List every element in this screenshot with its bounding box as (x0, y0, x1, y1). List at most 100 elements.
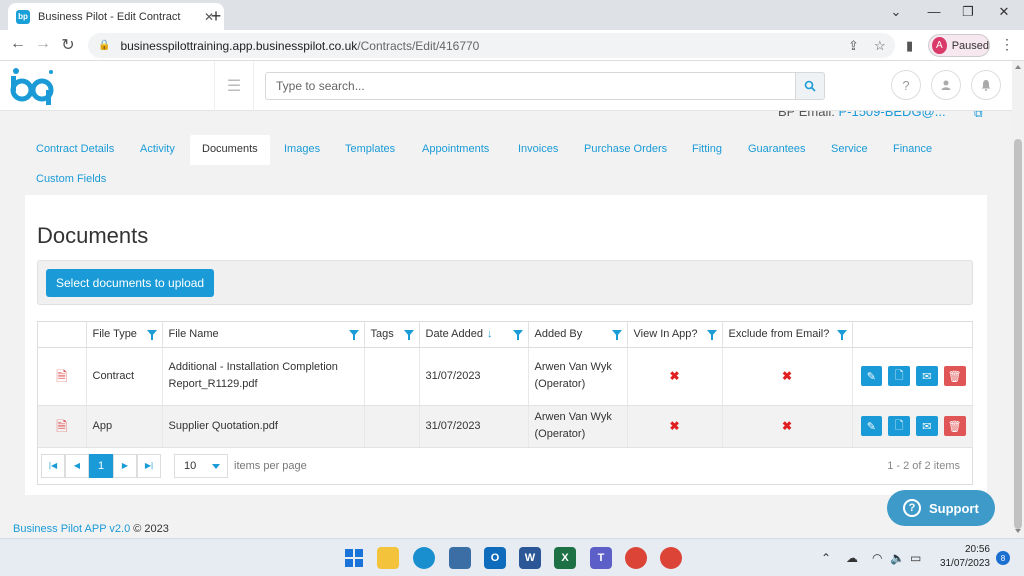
delete-button[interactable]: 🗑 (943, 416, 966, 436)
scrollbar-thumb[interactable] (1014, 139, 1022, 529)
outlook-icon[interactable]: O (484, 547, 506, 569)
filter-icon[interactable] (348, 330, 359, 340)
hamburger-menu-icon[interactable]: ☰ (214, 61, 254, 111)
tab-guarantees[interactable]: Guarantees (736, 135, 817, 163)
column-header-file-name[interactable]: File Name (162, 322, 365, 348)
battery-icon[interactable]: ▭ (910, 551, 921, 565)
scrollbar[interactable] (1012, 61, 1024, 538)
delete-button[interactable]: 🗑 (943, 366, 966, 386)
chevron-down-icon[interactable]: ⌄ (886, 4, 906, 20)
edit-button[interactable]: ✎ (860, 366, 883, 386)
restore-icon[interactable]: ❐ (958, 4, 978, 20)
bell-icon[interactable] (971, 70, 1001, 100)
page-number-button[interactable]: 1 (89, 453, 113, 478)
filter-icon[interactable] (512, 330, 523, 340)
tab-activity[interactable]: Activity (128, 135, 187, 163)
bookmark-star-icon[interactable]: ☆ (874, 38, 886, 54)
tab-appointments[interactable]: Appointments (410, 135, 501, 163)
view-document-button[interactable]: 🗋 (888, 416, 910, 436)
wifi-icon[interactable]: ◠ (872, 551, 882, 565)
back-icon[interactable]: ← (8, 35, 28, 53)
column-header-date-added[interactable]: Date Added ↓ (419, 322, 529, 348)
cloud-icon[interactable]: ☁ (846, 551, 858, 565)
close-window-icon[interactable]: ✕ (994, 4, 1014, 20)
scroll-up-icon[interactable] (1015, 65, 1021, 69)
column-header-view-in-app[interactable]: View In App? (627, 322, 723, 348)
minimize-icon[interactable]: — (924, 4, 944, 19)
column-header-file-type[interactable]: File Type (86, 322, 163, 348)
forward-icon[interactable]: → (33, 35, 53, 53)
edge-icon[interactable] (413, 547, 435, 569)
copy-icon[interactable]: ⧉ (974, 111, 983, 121)
new-tab-button[interactable]: + (206, 6, 226, 27)
upload-documents-button[interactable]: Select documents to upload (46, 269, 215, 297)
pdf-file-icon[interactable]: 🗎 (44, 368, 80, 385)
filter-icon[interactable] (146, 330, 157, 340)
next-page-icon[interactable]: ▶ (113, 453, 137, 478)
browser-toolbar: ← → ↻ 🔒 businesspilottraining.app.busine… (0, 30, 1024, 61)
lock-icon: 🔒 (98, 40, 111, 51)
last-page-icon[interactable]: ▶| (137, 453, 161, 478)
tab-custom-fields[interactable]: Custom Fields (24, 165, 118, 193)
tab-contract-details[interactable]: Contract Details (24, 135, 126, 163)
file-explorer-icon[interactable] (377, 547, 399, 569)
profile-button[interactable]: A Paused (928, 34, 990, 57)
tab-purchase-orders[interactable]: Purchase Orders (572, 135, 679, 163)
page-size-select[interactable]: 10 (174, 453, 228, 478)
search-input[interactable] (265, 72, 795, 100)
teams-icon[interactable]: T (590, 547, 612, 569)
browser-tab[interactable]: bp Business Pilot - Edit Contract ✕ (8, 3, 224, 30)
filter-icon[interactable] (611, 330, 622, 340)
share-icon[interactable]: ⇪ (848, 38, 859, 54)
more-menu-icon[interactable]: ⋮ (1000, 36, 1014, 53)
store-icon[interactable] (449, 547, 471, 569)
volume-icon[interactable]: 🔈 (890, 551, 905, 565)
table-row[interactable]: 🗎 App Supplier Quotation.pdf 31/07/2023 … (38, 405, 973, 448)
first-page-icon[interactable]: |◀ (41, 453, 65, 478)
windows-start-icon[interactable] (343, 547, 365, 569)
filter-icon[interactable] (706, 330, 717, 340)
column-header-exclude-email[interactable]: Exclude from Email? (722, 322, 853, 348)
table-row[interactable]: 🗎 Contract Additional - Installation Com… (38, 347, 973, 406)
bp-email-value[interactable]: P-1509-BEDG@... (838, 111, 945, 119)
bp-email: BP Email: P-1509-BEDG@... (778, 111, 946, 119)
tab-invoices[interactable]: Invoices (506, 135, 570, 163)
column-header-added-by[interactable]: Added By (528, 322, 628, 348)
word-icon[interactable]: W (519, 547, 541, 569)
email-button[interactable]: ✉ (916, 366, 938, 386)
tab-fitting[interactable]: Fitting (680, 135, 734, 163)
notification-badge[interactable]: 8 (996, 551, 1010, 565)
previous-page-icon[interactable]: ◀ (65, 453, 89, 478)
pdf-file-icon[interactable]: 🗎 (44, 418, 80, 435)
edit-button[interactable]: ✎ (860, 416, 883, 436)
tab-service[interactable]: Service (819, 135, 880, 163)
tab-images[interactable]: Images (272, 135, 332, 163)
system-clock[interactable]: 20:56 31/07/2023 (938, 543, 990, 571)
reload-icon[interactable]: ↻ (58, 35, 78, 55)
tab-documents[interactable]: Documents (190, 135, 270, 165)
trash-icon: 🗑 (947, 419, 962, 433)
search-button[interactable] (795, 72, 825, 100)
excel-icon[interactable]: X (554, 547, 576, 569)
app-version-link[interactable]: Business Pilot APP v2.0 (13, 523, 130, 535)
filter-icon[interactable] (403, 330, 414, 340)
cross-icon: ✖ (669, 368, 680, 383)
scroll-down-icon[interactable] (1015, 529, 1021, 533)
url-path: /Contracts/Edit/416770 (357, 38, 480, 53)
user-icon[interactable] (931, 70, 961, 100)
tab-templates[interactable]: Templates (333, 135, 407, 163)
support-button[interactable]: ? Support (887, 490, 995, 526)
address-bar[interactable]: 🔒 businesspilottraining.app.businesspilo… (88, 33, 895, 58)
chrome-icon[interactable] (625, 547, 647, 569)
row-actions: ✎ 🗋 ✉ 🗑 (859, 416, 966, 436)
chrome-profile-icon[interactable] (660, 547, 682, 569)
pager-info: 1 - 2 of 2 items (887, 459, 960, 472)
chevron-up-icon[interactable]: ⌃ (821, 551, 831, 565)
column-header-tags[interactable]: Tags (364, 322, 420, 348)
view-document-button[interactable]: 🗋 (888, 366, 910, 386)
tab-finance[interactable]: Finance (881, 135, 944, 163)
filter-icon[interactable] (836, 330, 847, 340)
email-button[interactable]: ✉ (916, 416, 938, 436)
help-icon[interactable]: ? (891, 70, 921, 100)
side-panel-icon[interactable]: ▮ (906, 38, 913, 54)
